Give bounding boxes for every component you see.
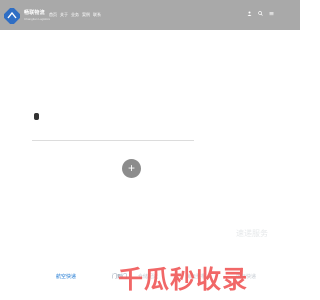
watermark-logo: 千瓜秒收录 bbox=[118, 260, 278, 294]
user-icon[interactable] bbox=[247, 11, 252, 16]
nav-item-2[interactable]: 关于 bbox=[60, 12, 68, 18]
section-divider bbox=[32, 140, 194, 141]
search-icon[interactable] bbox=[258, 11, 263, 16]
nav-item-1[interactable]: 首页 bbox=[49, 12, 57, 18]
tab-service-1[interactable]: 航空快递 bbox=[56, 273, 76, 280]
menu-icon[interactable] bbox=[269, 11, 274, 16]
nav-item-4[interactable]: 案例 bbox=[82, 12, 90, 18]
header-icons bbox=[247, 11, 274, 16]
add-button[interactable]: + bbox=[122, 159, 141, 178]
top-header-bar: 畅联物流 Changlian Logistics 首页 关于 业务 案例 联系 bbox=[0, 0, 300, 30]
main-nav: 首页 关于 业务 案例 联系 bbox=[49, 12, 101, 18]
logo-text: 畅联物流 bbox=[24, 10, 45, 16]
watermark-text: 千瓜秒收录 bbox=[118, 265, 249, 294]
ghost-text: 速递服务 bbox=[236, 229, 268, 238]
nav-item-5[interactable]: 联系 bbox=[93, 12, 101, 18]
logo-mark-icon bbox=[4, 8, 20, 24]
mouse-scroll-indicator-icon bbox=[34, 113, 39, 120]
logo-subtext: Changlian Logistics bbox=[24, 17, 51, 21]
nav-item-3[interactable]: 业务 bbox=[71, 12, 79, 18]
